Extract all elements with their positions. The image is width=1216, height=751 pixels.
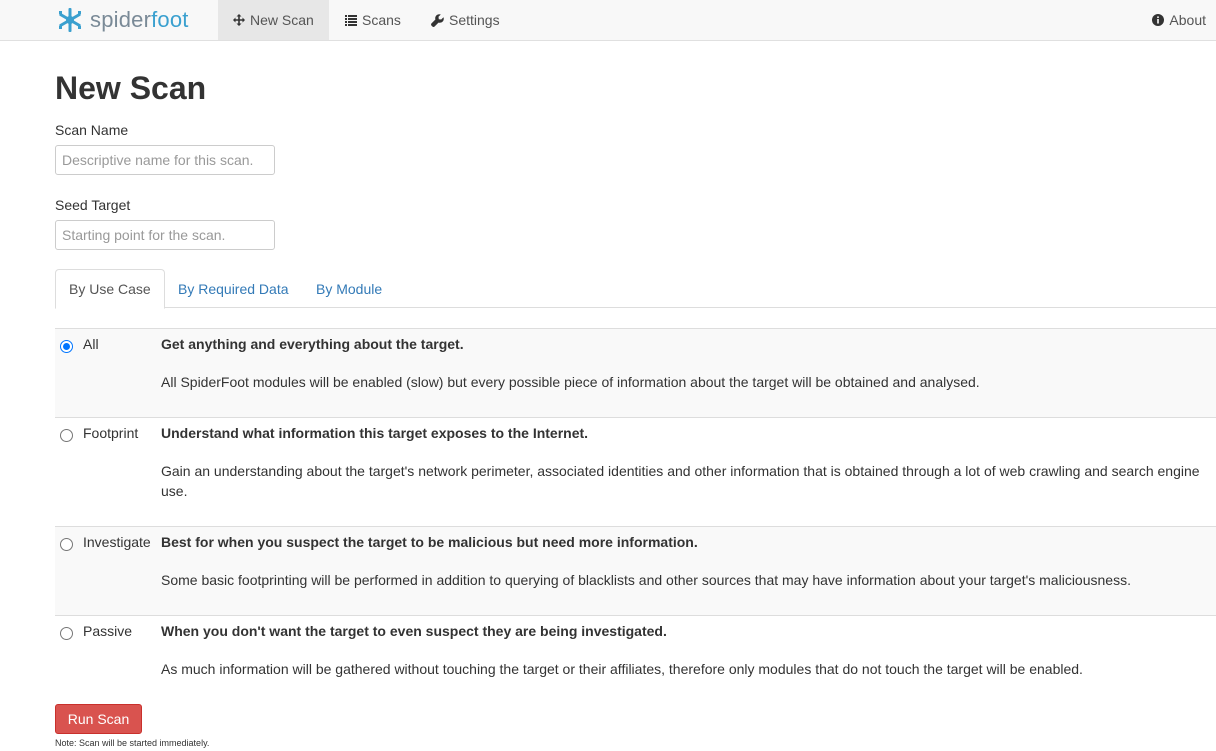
use-case-table: All Get anything and everything about th… (55, 328, 1216, 695)
page-title: New Scan (55, 70, 207, 106)
snowflake-logo-icon (59, 8, 81, 32)
use-case-headline: When you don't want the target to even s… (161, 623, 667, 639)
nav-scans[interactable]: Scans (330, 0, 416, 40)
use-case-body: As much information will be gathered wit… (161, 661, 1083, 677)
seed-target-label: Seed Target (55, 197, 131, 213)
use-case-row-footprint: Footprint Understand what information th… (55, 417, 1216, 526)
use-case-body: All SpiderFoot modules will be enabled (… (161, 374, 980, 390)
use-case-radio-footprint[interactable] (60, 429, 73, 442)
use-case-headline: Understand what information this target … (161, 425, 589, 441)
module-selection-tabs: By Use Case By Required Data By Module (55, 269, 1216, 309)
use-case-description: Get anything and everything about the ta… (161, 329, 1216, 406)
brand-name: spiderfoot (90, 7, 189, 32)
brand-logo[interactable]: spiderfoot (56, 4, 189, 36)
use-case-row-all: All Get anything and everything about th… (55, 328, 1216, 417)
run-scan-button[interactable]: Run Scan (55, 704, 142, 734)
use-case-radio-investigate[interactable] (60, 538, 73, 551)
list-icon (345, 14, 357, 26)
use-case-body: Some basic footprinting will be performe… (161, 572, 1131, 588)
info-icon (1152, 14, 1165, 26)
use-case-headline: Best for when you suspect the target to … (161, 534, 698, 550)
use-case-name: Passive (83, 623, 133, 639)
use-case-description: Best for when you suspect the target to … (161, 527, 1216, 604)
nav-new-scan[interactable]: New Scan (218, 0, 329, 40)
use-case-radio-passive[interactable] (60, 627, 73, 640)
nav-about[interactable]: About (1137, 0, 1216, 40)
tab-by-required-data[interactable]: By Required Data (165, 269, 302, 308)
top-navbar: spiderfoot New Scan Scans Settings About (0, 0, 1216, 41)
nav-new-scan-label: New Scan (250, 12, 314, 28)
nav-scans-label: Scans (362, 12, 401, 28)
use-case-name: All (83, 336, 99, 352)
scan-name-input[interactable] (55, 145, 275, 175)
use-case-description: When you don't want the target to even s… (161, 616, 1216, 693)
move-icon (233, 14, 245, 26)
scan-name-label: Scan Name (55, 122, 129, 138)
use-case-name: Footprint (83, 425, 139, 441)
use-case-headline: Get anything and everything about the ta… (161, 336, 464, 352)
tab-by-use-case[interactable]: By Use Case (55, 269, 165, 309)
run-scan-note: Note: Scan will be started immediately. (55, 738, 210, 748)
use-case-row-passive: Passive When you don't want the target t… (55, 615, 1216, 695)
use-case-radio-all[interactable] (60, 340, 73, 353)
seed-target-input[interactable] (55, 220, 275, 250)
use-case-name: Investigate (83, 534, 151, 550)
tab-by-module[interactable]: By Module (303, 269, 395, 308)
nav-settings-label: Settings (449, 12, 500, 28)
use-case-body: Gain an understanding about the target's… (161, 463, 1200, 499)
use-case-description: Understand what information this target … (161, 418, 1216, 515)
wrench-icon (431, 13, 444, 27)
nav-about-label: About (1169, 12, 1206, 28)
use-case-row-investigate: Investigate Best for when you suspect th… (55, 526, 1216, 615)
nav-settings[interactable]: Settings (416, 0, 515, 40)
